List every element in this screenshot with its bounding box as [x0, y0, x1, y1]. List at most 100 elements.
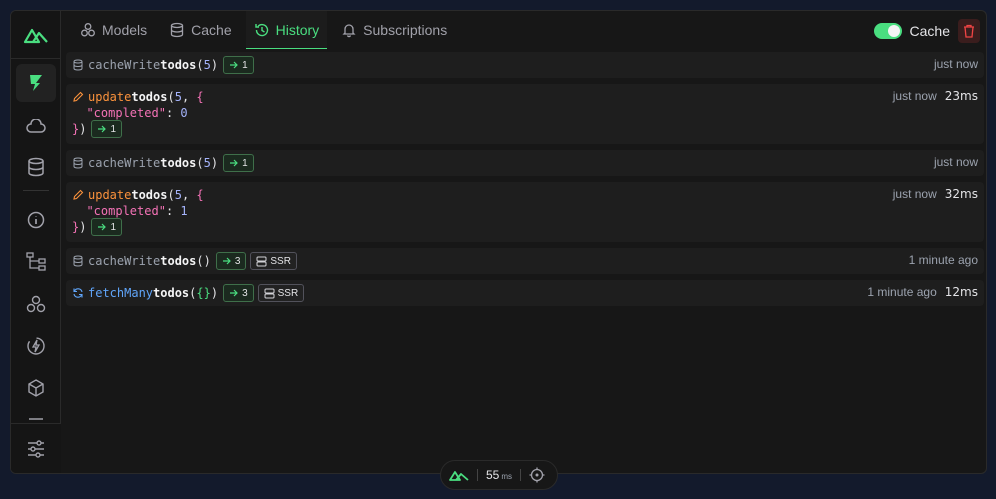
toolbar-right: Cache: [873, 19, 980, 43]
history-model: todos: [131, 90, 168, 104]
history-row[interactable]: update todos(5, { "completed": 0 }) 1 ju…: [66, 84, 984, 144]
sidebar-item-components[interactable]: [16, 285, 56, 323]
render-time: 55 ms: [486, 468, 513, 482]
history-op: cacheWrite: [88, 156, 161, 170]
history-op: update: [88, 188, 132, 202]
tab-subscriptions[interactable]: Subscriptions: [333, 11, 455, 49]
history-args: 5: [203, 58, 211, 72]
sidebar-item-performance[interactable]: [16, 327, 56, 365]
arrow-right-icon: [98, 125, 107, 133]
result-count-badge: 1: [223, 154, 254, 172]
server-icon: [264, 288, 275, 298]
tab-history[interactable]: History: [245, 11, 328, 49]
payload-value: 1: [180, 204, 188, 218]
result-count-badge: 1: [223, 56, 254, 74]
history-row[interactable]: update todos(5, { "completed": 1 }) 1 ju…: [66, 182, 984, 242]
sidebar-item-tree[interactable]: [16, 242, 56, 280]
history-time: just now: [892, 187, 937, 201]
sidebar-item-modules[interactable]: [16, 369, 56, 407]
database-icon: [28, 157, 44, 177]
history-row[interactable]: cacheWrite todos() 3 SSR 1 minute ago: [66, 248, 984, 274]
history-args: 5: [203, 156, 211, 170]
mountain-logo-icon: [23, 28, 48, 43]
result-count-badge: 1: [91, 218, 123, 236]
history-model: todos: [153, 286, 190, 300]
history-time: 1 minute ago: [867, 285, 937, 299]
arrow-right-icon: [230, 61, 238, 69]
payload-key: "completed": [86, 204, 166, 218]
component-tree-icon: [26, 252, 46, 271]
cube-icon: [28, 379, 44, 397]
result-count-badge: 3: [215, 252, 247, 270]
history-meta: just now: [934, 155, 978, 169]
sidebar-item-more[interactable]: [16, 411, 56, 423]
history-row[interactable]: cacheWrite todos(5) 1 just now: [66, 150, 984, 176]
history-model: todos: [160, 156, 197, 170]
sidebar-item-info[interactable]: [16, 201, 56, 239]
payload-key: "completed": [86, 106, 166, 120]
refresh-icon: [73, 288, 83, 298]
tab-label: Models: [102, 22, 148, 38]
history-args: 5: [174, 188, 182, 202]
result-count-badge: 1: [91, 120, 123, 138]
database-icon: [73, 59, 83, 71]
history-meta: 1 minute ago: [909, 253, 978, 267]
arrow-right-icon: [230, 289, 238, 297]
history-time: 1 minute ago: [908, 253, 978, 267]
tab-cache[interactable]: Cache: [161, 11, 239, 49]
footer-divider: [477, 469, 478, 481]
ssr-badge: SSR: [250, 252, 297, 270]
database-icon: [170, 22, 184, 38]
history-time: just now: [933, 57, 978, 71]
sidebar-item-cloud[interactable]: [16, 107, 56, 145]
history-args: 5: [174, 90, 182, 104]
history-model: todos: [160, 58, 197, 72]
info-icon: [27, 211, 45, 229]
pencil-icon: [73, 91, 84, 102]
settings-button[interactable]: [11, 423, 61, 473]
history-duration: 23ms: [944, 89, 978, 103]
history-op: cacheWrite: [88, 254, 161, 268]
server-icon: [256, 256, 267, 266]
app-logo: [11, 11, 61, 59]
arrow-right-icon: [230, 159, 238, 167]
sidebar-item-rstore[interactable]: [16, 64, 56, 102]
cloud-icon: [26, 119, 46, 133]
bell-icon: [342, 24, 356, 38]
history-meta: just now 32ms: [893, 187, 978, 201]
history-model: todos: [131, 188, 168, 202]
sidebar-item-database[interactable]: [16, 148, 56, 186]
history-time: just now: [892, 89, 937, 103]
history-meta: 1 minute ago 12ms: [867, 285, 978, 299]
list-icon: [29, 418, 43, 420]
history-time: just now: [933, 155, 978, 169]
history-op: update: [88, 90, 132, 104]
crosshair-icon[interactable]: [529, 467, 545, 483]
clear-history-button[interactable]: [958, 19, 980, 43]
history-op: fetchMany: [88, 286, 154, 300]
payload-value: 0: [180, 106, 188, 120]
database-icon: [73, 255, 83, 267]
tab-models[interactable]: Models: [72, 11, 155, 49]
ssr-badge: SSR: [257, 284, 305, 302]
rstore-icon: [30, 75, 42, 91]
tab-label: Cache: [191, 22, 232, 38]
sliders-icon: [28, 439, 44, 458]
lightning-icon: [27, 337, 45, 355]
history-meta: just now 23ms: [893, 89, 978, 103]
result-count-badge: 3: [223, 284, 254, 302]
cache-toggle[interactable]: [873, 23, 902, 39]
history-icon: [254, 23, 268, 36]
cache-toggle-label: Cache: [909, 23, 950, 39]
history-row[interactable]: cacheWrite todos(5) 1 just now: [66, 52, 984, 78]
tab-label: History: [275, 21, 320, 38]
history-list: cacheWrite todos(5) 1 just now update to…: [66, 52, 984, 312]
devtools-window: Models Cache History Subscriptions Cache: [10, 10, 987, 474]
history-row[interactable]: fetchMany todos({}) 3 SSR 1 minute ago 1…: [66, 280, 984, 306]
arrow-right-icon: [98, 223, 107, 231]
sidebar: [11, 11, 61, 473]
devtools-footer-pill[interactable]: 55 ms: [440, 460, 558, 490]
history-model: todos: [160, 254, 197, 268]
models-icon: [81, 23, 95, 37]
arrow-right-icon: [222, 257, 231, 265]
